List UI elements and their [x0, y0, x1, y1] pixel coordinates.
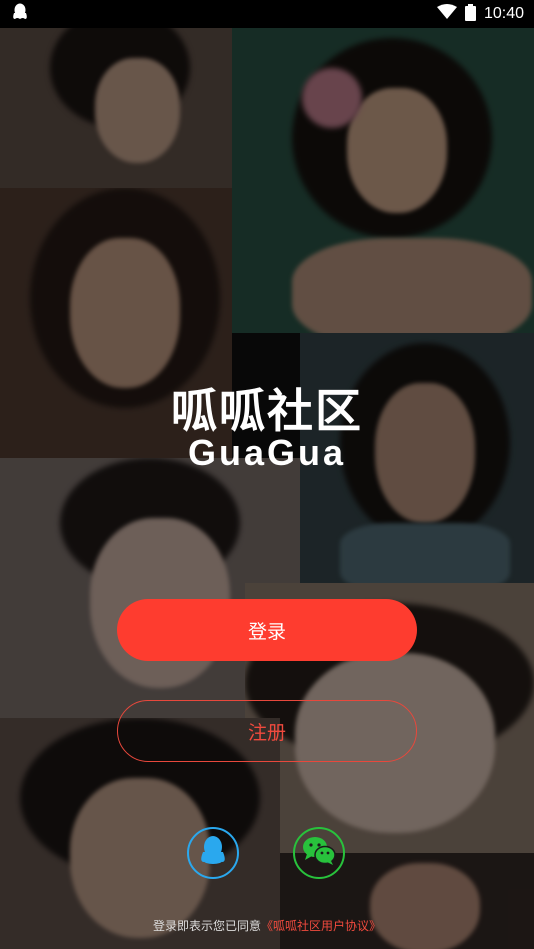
- wechat-login-button[interactable]: [293, 827, 345, 879]
- user-agreement-notice: 登录即表示您已同意《呱呱社区用户协议》: [0, 917, 534, 934]
- app-logo-english: GuaGua: [187, 432, 347, 473]
- wechat-icon: [302, 836, 336, 870]
- status-time: 10:40: [483, 5, 524, 22]
- user-agreement-link[interactable]: 《呱呱社区用户协议》: [261, 919, 381, 933]
- wifi-icon: [436, 4, 457, 24]
- status-bar: 10:40: [0, 0, 534, 28]
- battery-icon: [464, 3, 476, 25]
- qq-notification-icon: [12, 3, 28, 25]
- login-button[interactable]: 登录: [117, 599, 417, 661]
- qq-icon: [198, 835, 228, 871]
- qq-login-button[interactable]: [187, 827, 239, 879]
- agreement-text: 登录即表示您已同意: [152, 919, 261, 933]
- register-button[interactable]: 注册: [117, 700, 417, 762]
- dark-overlay: [0, 0, 534, 949]
